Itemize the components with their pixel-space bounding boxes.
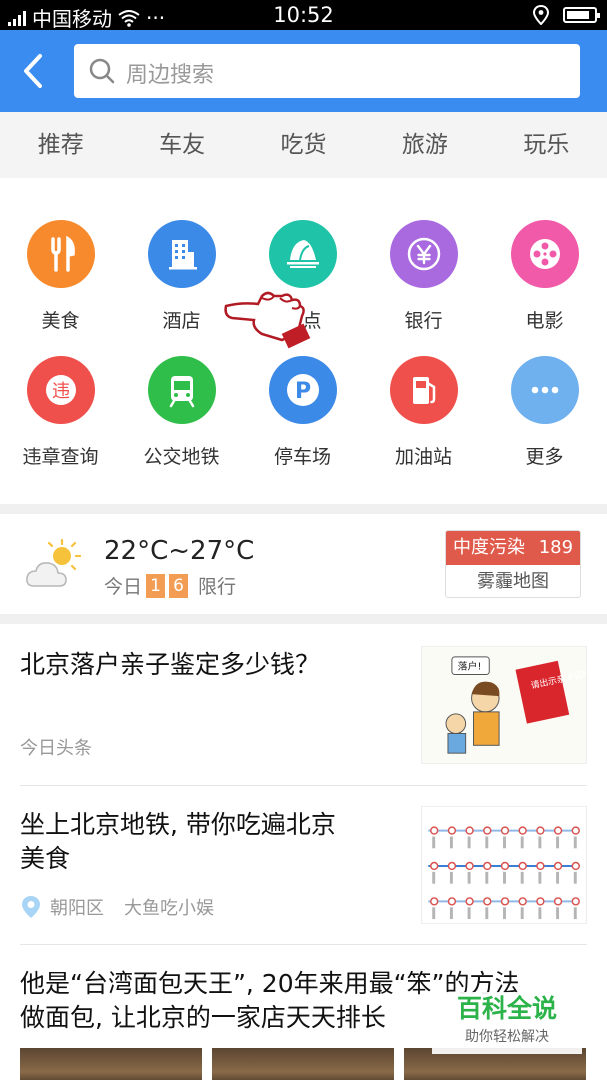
watermark-title: 百科全说 (456, 994, 557, 1023)
opera-house-icon (286, 240, 319, 268)
violation-icon: 违 (45, 375, 76, 405)
yuan-icon (407, 237, 440, 271)
watermark-subtitle: 助你轻松解决 (465, 1029, 549, 1045)
news-location: 朝阳区 (50, 898, 104, 919)
temperature-range: 22°C~27°C (104, 536, 255, 566)
category-violation[interactable]: 违 违章查询 (0, 356, 121, 469)
category-label: 美食 (41, 310, 80, 332)
location-icon (533, 5, 549, 25)
today-label: 今日 (104, 576, 143, 598)
restriction-label: 限行 (198, 576, 237, 598)
battery-icon (563, 7, 600, 23)
category-tabs: 推荐 车友 吃货 旅游 玩乐 (0, 112, 607, 178)
status-bar: 中国移动 ··· 10:52 (0, 0, 607, 31)
tab-car-friends[interactable]: 车友 (121, 112, 242, 178)
location-pin-icon (22, 896, 40, 918)
category-movie[interactable]: 电影 (484, 220, 605, 333)
pollution-value: 189 (538, 537, 574, 558)
category-label: 更多 (525, 446, 564, 468)
news-item[interactable]: 坐上北京地铁, 带你吃遍北京 美食 朝阳区 大鱼吃小娱 (0, 786, 607, 944)
section-divider (0, 504, 607, 514)
category-transit[interactable]: 公交地铁 (121, 356, 242, 469)
search-input[interactable]: 周边搜索 (74, 44, 580, 98)
parking-icon: P (286, 374, 319, 406)
plate-number-1: 1 (146, 573, 166, 598)
partly-cloudy-icon (26, 538, 82, 587)
pollution-card[interactable]: 中度污染 189 雾霾地图 (445, 530, 581, 598)
search-icon (89, 58, 115, 84)
svg-text:P: P (294, 379, 310, 404)
category-grid: 美食 酒店 景点 银行 电影 违 违章查询 公交地铁 P 停车场 加油站 更多 (0, 178, 607, 504)
news-title-line-1: 坐上北京地铁, 带你吃遍北京 (20, 810, 336, 839)
tab-fun[interactable]: 玩乐 (486, 112, 607, 178)
category-label: 公交地铁 (143, 446, 220, 468)
news-source: 今日头条 (20, 738, 92, 759)
clock: 10:52 (273, 3, 334, 27)
news-title: 北京落户亲子鉴定多少钱？ (20, 650, 321, 679)
category-food[interactable]: 美食 (0, 220, 121, 333)
svg-text:违: 违 (52, 381, 70, 402)
pointing-hand-icon (224, 291, 311, 349)
tab-foodie[interactable]: 吃货 (243, 112, 364, 178)
category-bank[interactable]: 银行 (363, 220, 484, 333)
subway-map-thumbnail (421, 806, 587, 924)
category-label: 停车场 (273, 446, 331, 468)
category-more[interactable]: 更多 (484, 356, 605, 469)
category-parking[interactable]: P 停车场 (242, 356, 363, 469)
news-photo (20, 1048, 202, 1080)
watermark-logo: 百科全说 助你轻松解决 (432, 992, 582, 1054)
haze-map-link[interactable]: 雾霾地图 (446, 565, 580, 597)
category-label: 加油站 (394, 446, 452, 468)
film-reel-icon (529, 239, 560, 269)
bus-icon (169, 376, 194, 408)
news-thumbnail: 请出示亲子证明 落户! (421, 646, 587, 764)
news-author: 大鱼吃小娱 (124, 898, 214, 919)
tab-recommend[interactable]: 推荐 (0, 112, 121, 178)
plate-number-2: 6 (169, 573, 189, 598)
news-title-line-2: 美食 (20, 844, 71, 873)
bubble-text: 落户! (458, 660, 482, 673)
category-label: 电影 (525, 310, 564, 332)
gas-pump-icon (412, 377, 435, 404)
tab-travel[interactable]: 旅游 (364, 112, 485, 178)
news-item[interactable]: 北京落户亲子鉴定多少钱？ 今日头条 请出示亲子证明 落户! (0, 624, 607, 785)
fork-knife-icon (50, 235, 75, 272)
news-photo (212, 1048, 394, 1080)
pollution-status: 中度污染 189 (446, 531, 580, 565)
header: 周边搜索 (0, 30, 607, 112)
category-label: 违章查询 (22, 446, 99, 468)
back-arrow-icon[interactable] (18, 52, 48, 90)
category-label: 银行 (404, 310, 443, 332)
news-title-line-2: 做面包, 让北京的一家店天天排长 (20, 1003, 386, 1032)
pollution-label: 中度污染 (452, 537, 525, 558)
building-icon (168, 240, 197, 270)
traffic-restriction: 今日 1 6 限行 (104, 572, 236, 599)
category-gas[interactable]: 加油站 (363, 356, 484, 469)
section-divider (0, 614, 607, 624)
weather-card[interactable]: 22°C~27°C 今日 1 6 限行 中度污染 189 雾霾地图 (0, 514, 607, 614)
more-icon (531, 386, 558, 394)
search-placeholder: 周边搜索 (126, 63, 215, 88)
